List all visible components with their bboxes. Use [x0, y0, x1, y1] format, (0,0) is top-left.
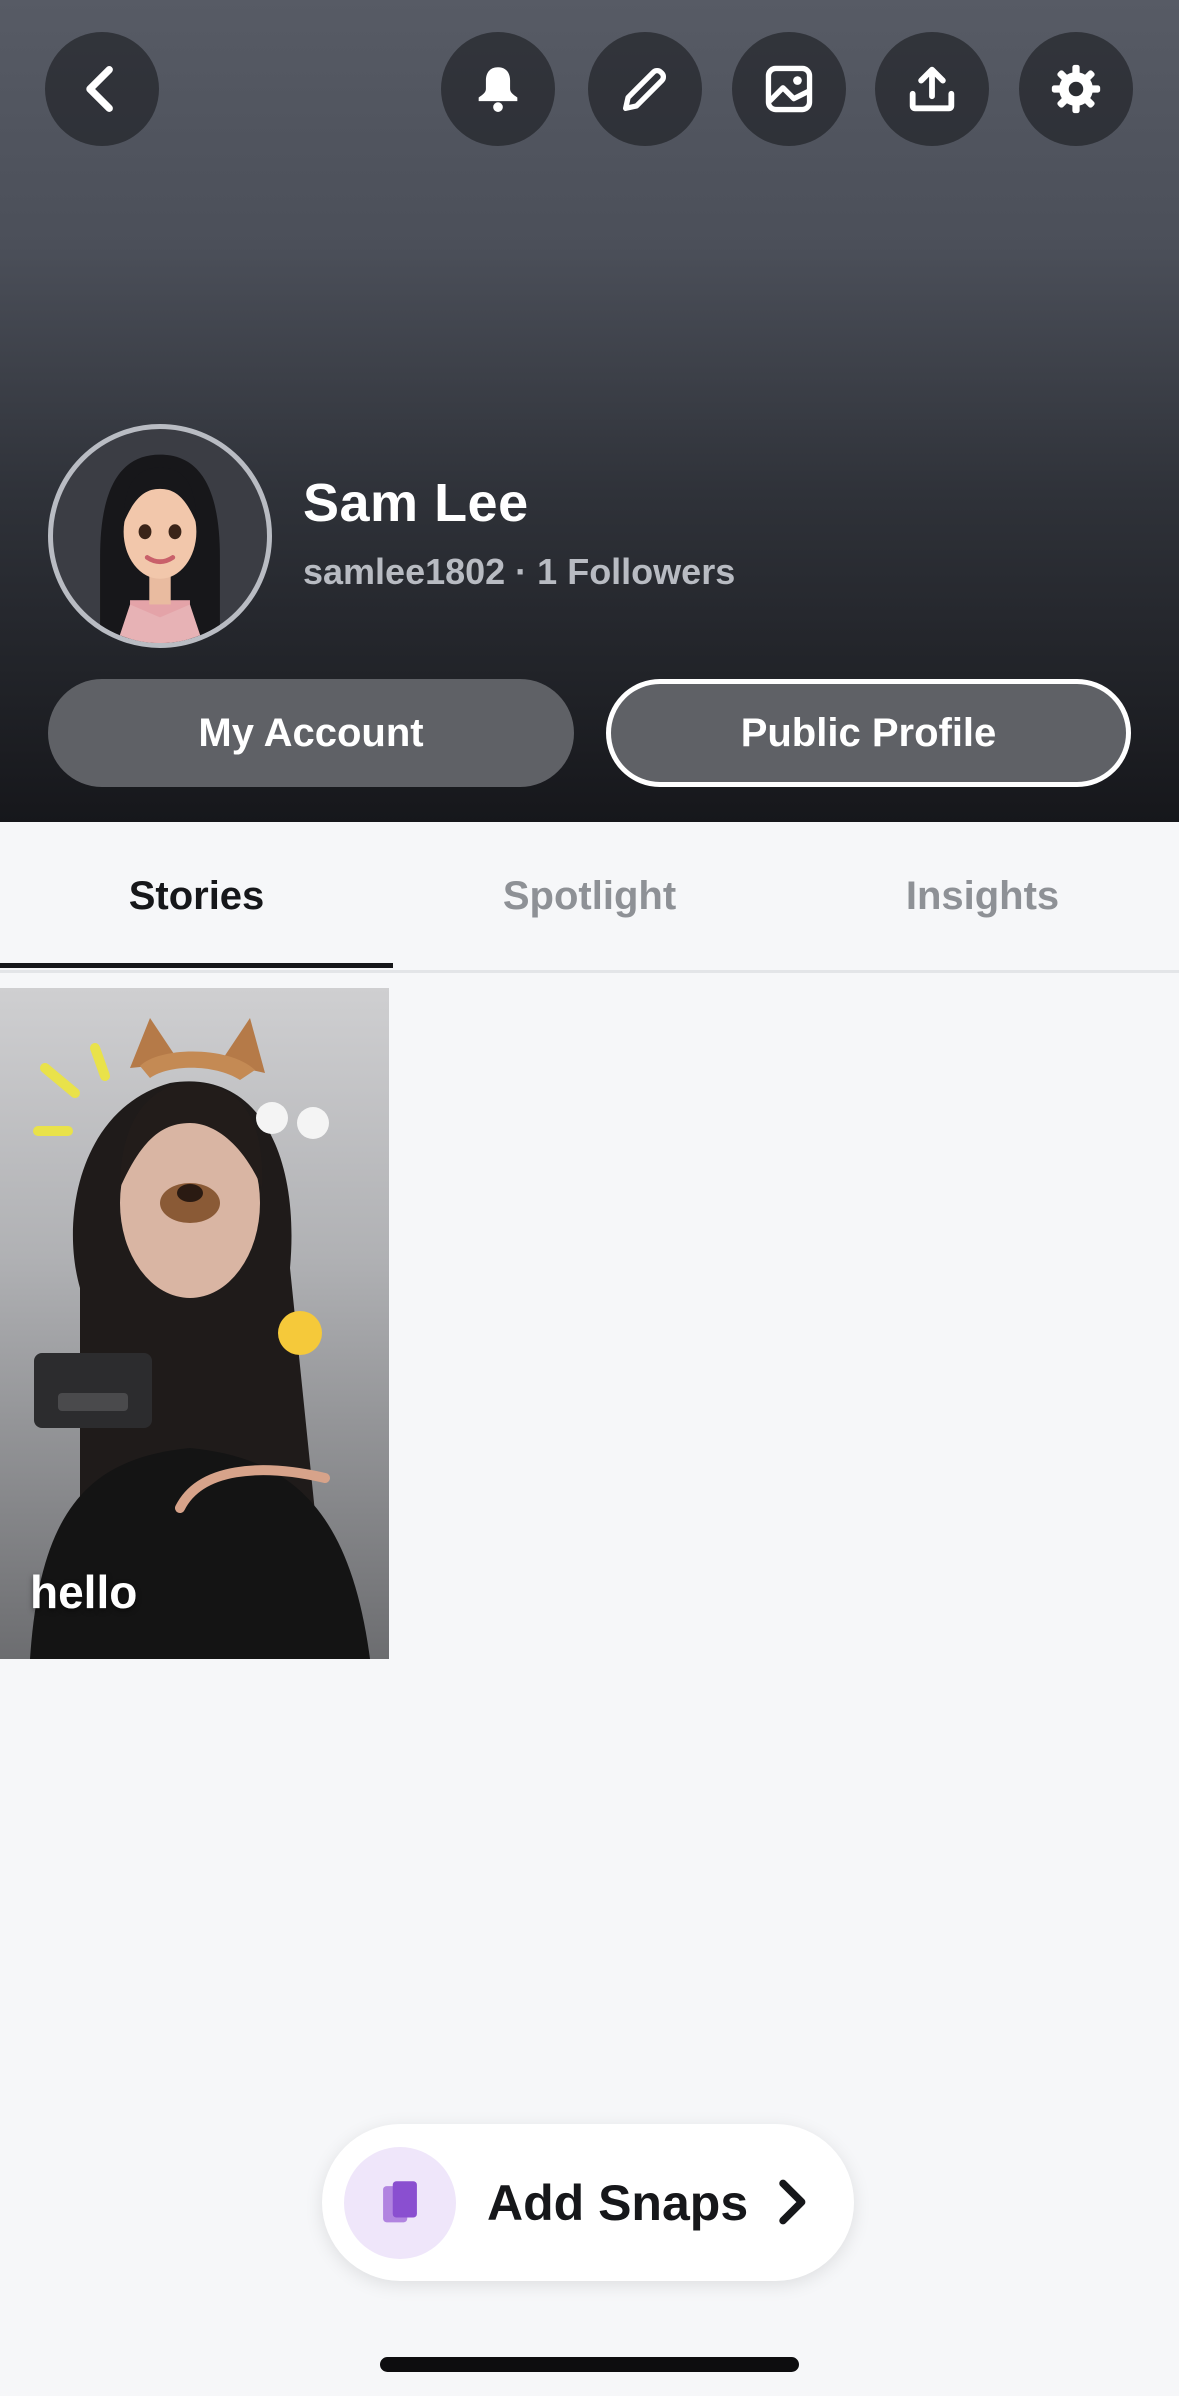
edit-button[interactable]	[588, 32, 702, 146]
story-title: hello	[30, 1566, 138, 1618]
add-snaps-button[interactable]: Add Snaps	[322, 2124, 854, 2281]
my-account-button[interactable]: My Account	[48, 679, 574, 787]
notifications-button[interactable]	[441, 32, 555, 146]
gear-icon	[1051, 64, 1101, 114]
tab-stories[interactable]: Stories	[0, 822, 393, 970]
avatar[interactable]	[48, 424, 272, 648]
profile-name: Sam Lee	[303, 473, 529, 533]
story-thumbnail[interactable]	[0, 988, 389, 1659]
share-button[interactable]	[875, 32, 989, 146]
tab-spotlight[interactable]: Spotlight	[393, 822, 786, 970]
wallpaper-button[interactable]	[732, 32, 846, 146]
home-indicator[interactable]	[380, 2357, 799, 2372]
upload-icon	[909, 66, 955, 112]
profile-username-followers[interactable]: samlee1802 · 1 Followers	[303, 551, 735, 593]
back-button[interactable]	[45, 32, 159, 146]
public-profile-button[interactable]: Public Profile	[606, 679, 1131, 787]
bitmoji-avatar-icon	[100, 454, 220, 643]
chevron-right-icon	[779, 2179, 806, 2225]
active-tab-indicator	[0, 963, 393, 968]
settings-button[interactable]	[1019, 32, 1133, 146]
tab-insights[interactable]: Insights	[786, 822, 1179, 970]
bell-icon	[478, 67, 518, 112]
profile-tabs: Stories Spotlight Insights	[0, 822, 1179, 973]
story-preview-image	[30, 1018, 370, 1659]
profile-header: Sam Lee samlee1802 · 1 Followers My Acco…	[0, 0, 1179, 822]
chevron-left-icon	[86, 66, 113, 112]
stacked-cards-icon	[344, 2147, 456, 2259]
add-snaps-label: Add Snaps	[487, 2174, 749, 2231]
image-icon	[765, 65, 813, 113]
pencil-icon	[623, 67, 667, 111]
